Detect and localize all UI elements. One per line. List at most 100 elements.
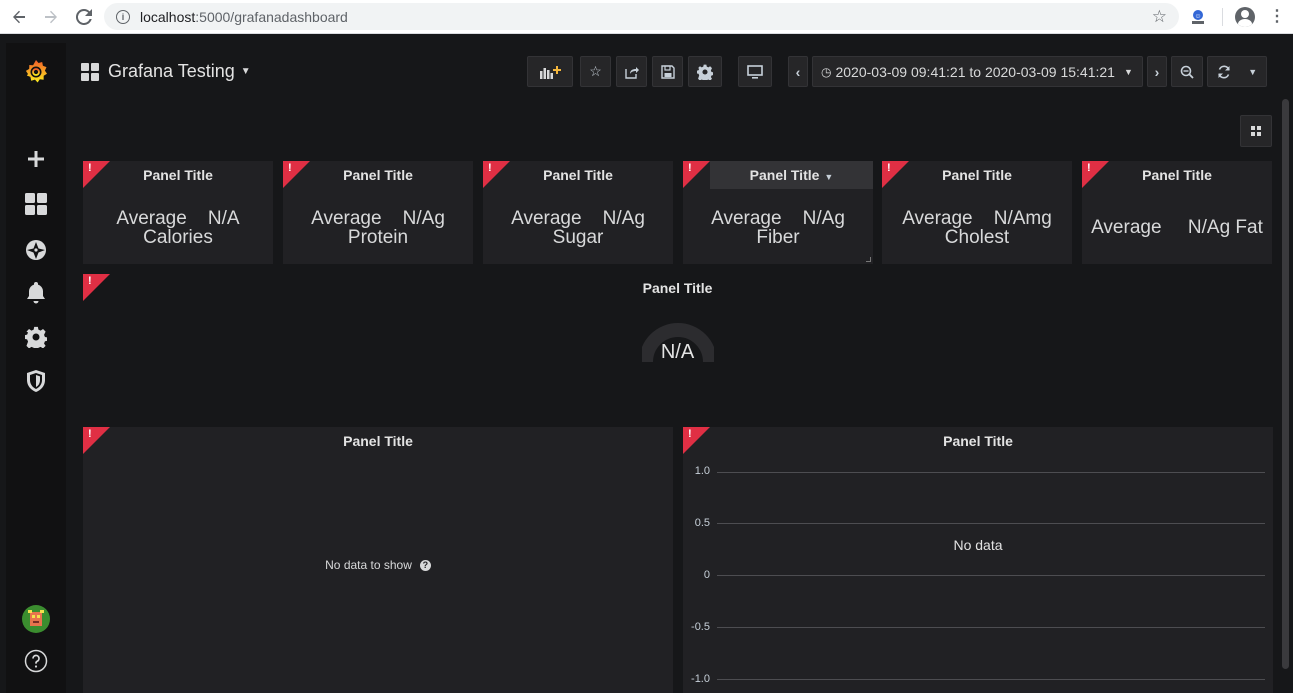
caret-down-icon: ▼ (240, 66, 251, 77)
url-text: localhost:5000/grafanadashboard (140, 9, 348, 25)
add-row-button[interactable] (1240, 115, 1272, 147)
stat-panel-calories[interactable]: ! Panel Title Average N/A Calories (83, 161, 273, 264)
grid-line (717, 627, 1265, 628)
url-host: localhost (140, 8, 196, 25)
panel-title[interactable]: Panel Title (483, 167, 673, 183)
stat-value: Average N/Ag (711, 208, 845, 229)
dashboards-grid-icon (25, 193, 47, 215)
page-scrollbar[interactable] (1282, 99, 1289, 669)
graph-no-data: No data (953, 537, 1003, 553)
panel-title-text: Panel Title (749, 167, 820, 183)
error-icon: ! (688, 162, 692, 174)
refresh-icon (1217, 65, 1230, 78)
address-bar[interactable]: i localhost:5000/grafanadashboard ☆ (104, 3, 1179, 30)
stat-panel-cholesterol[interactable]: ! Panel Title Average N/Amg Cholest (882, 161, 1072, 264)
stat-unit: Protein (347, 227, 409, 248)
stat-panel-sugar[interactable]: ! Panel Title Average N/Ag Sugar (483, 161, 673, 264)
panel-title[interactable]: Panel Title (283, 167, 473, 183)
stat-panel-protein[interactable]: ! Panel Title Average N/Ag Protein (283, 161, 473, 264)
add-panel-button[interactable] (527, 56, 573, 87)
panel-title[interactable]: Panel Title (83, 433, 673, 449)
toolbar-divider (1222, 8, 1223, 26)
caret-down-icon: ▼ (1123, 66, 1133, 77)
explore-menu[interactable] (6, 230, 66, 270)
star-dashboard-button[interactable]: ☆ (580, 56, 611, 87)
graph-panel[interactable]: ! Panel Title 1.0 0.5 0 -0.5 -1.0 No dat… (683, 427, 1273, 693)
dashboards-menu[interactable] (6, 184, 66, 224)
save-dashboard-button[interactable] (652, 56, 683, 87)
resize-handle-icon[interactable] (866, 257, 871, 262)
help-menu[interactable] (6, 641, 66, 681)
zoom-out-icon (1180, 65, 1194, 79)
panel-title[interactable]: Panel Title (83, 167, 273, 183)
browser-toolbar: i localhost:5000/grafanadashboard ☆ ☺ ⋮ (0, 0, 1293, 34)
dashboard-settings-button[interactable] (688, 56, 722, 87)
stat-panel-fat[interactable]: ! Panel Title Average N/Ag Fat (1082, 161, 1272, 264)
alerting-menu[interactable] (6, 273, 66, 313)
gear-icon (25, 326, 47, 348)
caret-down-icon: ▼ (824, 172, 834, 182)
back-arrow-icon (13, 10, 25, 24)
grid-line (717, 575, 1265, 576)
stat-panel-fiber[interactable]: ! Panel Title ▼ Average N/Ag Fiber (683, 161, 873, 264)
reload-button[interactable] (70, 3, 98, 31)
chevron-left-icon: ‹ (795, 63, 801, 80)
side-menu (6, 43, 66, 693)
dashboard-title-picker[interactable]: Grafana Testing ▼ (81, 61, 251, 82)
profile-icon[interactable] (1235, 7, 1255, 27)
chevron-right-icon: › (1154, 63, 1160, 80)
site-info-icon[interactable]: i (116, 9, 130, 24)
back-button[interactable] (5, 3, 33, 31)
stat-value: Average N/Ag Fat (1091, 217, 1263, 238)
cog-icon (697, 64, 713, 80)
stat-value: Average N/Ag (311, 208, 445, 229)
configuration-menu[interactable] (6, 317, 66, 357)
caret-down-icon: ▼ (1248, 66, 1258, 77)
dashboard-grid-icon (81, 62, 99, 81)
user-avatar[interactable] (6, 599, 66, 639)
grafana-logo-icon (25, 60, 47, 83)
gauge-panel[interactable]: ! Panel Title N/A (83, 274, 1272, 422)
create-menu[interactable] (6, 139, 66, 179)
grid-line (717, 679, 1265, 680)
no-data-text: No data to show (325, 558, 412, 572)
y-tick-label: 0.5 (694, 517, 710, 529)
bell-icon (27, 282, 45, 304)
url-path: :5000/grafanadashboard (195, 8, 348, 25)
table-panel[interactable]: ! Panel Title No data to show? (83, 427, 673, 693)
dashboard-title: Grafana Testing (108, 61, 235, 81)
plus-icon (28, 151, 44, 167)
panel-title[interactable]: Panel Title (83, 280, 1272, 296)
grafana-app: Grafana Testing ▼ ☆ ‹ ◷ 2020-03-09 09:41… (6, 43, 1293, 693)
y-tick-label: -0.5 (691, 621, 710, 633)
panel-title[interactable]: Panel Title (1082, 167, 1272, 183)
question-circle-icon[interactable]: ? (419, 560, 431, 572)
grafana-logo[interactable] (6, 53, 66, 91)
gauge-value: N/A (660, 341, 695, 363)
clock-icon: ◷ (821, 64, 832, 79)
time-range-picker[interactable]: ◷ 2020-03-09 09:41:21 to 2020-03-09 15:4… (812, 56, 1143, 87)
zoom-out-button[interactable] (1171, 56, 1203, 87)
server-admin-menu[interactable] (6, 361, 66, 401)
stat-unit: Cholest (944, 227, 1010, 248)
bookmark-star-icon[interactable]: ☆ (1152, 7, 1167, 27)
panel-title[interactable]: Panel Title (882, 167, 1072, 183)
browser-menu-icon[interactable]: ⋮ (1269, 9, 1285, 25)
monitor-icon (747, 64, 763, 79)
question-circle-icon (24, 649, 48, 673)
time-shift-back-button[interactable]: ‹ (788, 56, 808, 87)
panel-title-menu[interactable]: Panel Title ▼ (710, 161, 873, 189)
dashboard-main: Grafana Testing ▼ ☆ ‹ ◷ 2020-03-09 09:41… (66, 43, 1293, 693)
forward-button[interactable] (37, 3, 65, 31)
grid-line (717, 523, 1265, 524)
share-dashboard-button[interactable] (616, 56, 647, 87)
refresh-picker[interactable]: ▼ (1207, 56, 1267, 87)
graph-plot-area: 1.0 0.5 0 -0.5 -1.0 No data (683, 427, 1273, 692)
extension-icon[interactable]: ☺ (1188, 7, 1208, 27)
time-shift-forward-button[interactable]: › (1147, 56, 1167, 87)
star-icon: ☆ (589, 63, 602, 79)
view-mode-button[interactable] (738, 56, 772, 87)
stat-value: Average N/Amg (902, 208, 1052, 229)
stat-unit: Sugar (552, 227, 604, 248)
y-tick-label: 0 (703, 569, 710, 581)
